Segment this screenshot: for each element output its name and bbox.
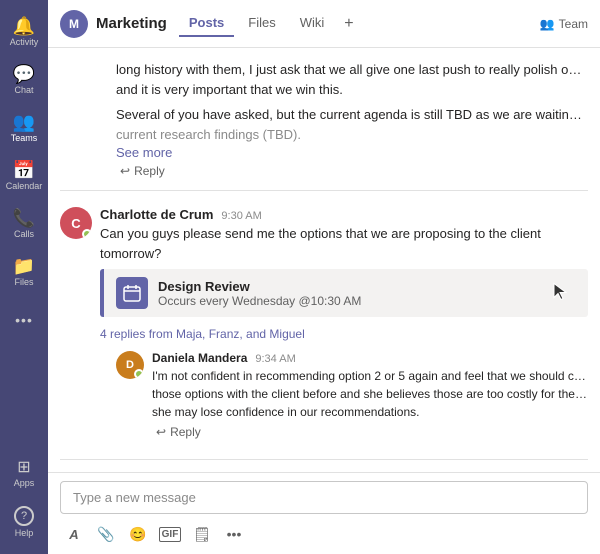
calendar-check-icon [123, 284, 141, 302]
tab-posts[interactable]: Posts [179, 11, 234, 37]
files-icon: 📁 [13, 257, 35, 275]
event-card-design-review[interactable]: Design Review Occurs every Wednesday @10… [100, 269, 588, 317]
format-icon: A [69, 527, 78, 542]
sticker-button[interactable]: 🗒 [188, 520, 216, 548]
reply-daniela: D Daniela Mandera 9:34 AM I'm not confid… [100, 347, 588, 443]
sidebar-item-calls-label: Calls [14, 229, 34, 239]
sidebar-item-chat[interactable]: 💬 Chat [4, 56, 44, 104]
sidebar: 🔔 Activity 💬 Chat 👥 Teams 📅 Calendar 📞 C… [0, 0, 48, 554]
cursor-icon [552, 282, 568, 302]
sidebar-item-apps[interactable]: ⊞ Apps [4, 450, 44, 498]
chat-icon: 💬 [13, 65, 35, 83]
partial-message-text1: long history with them, I just ask that … [116, 60, 588, 80]
sidebar-item-calendar[interactable]: 📅 Calendar [4, 152, 44, 200]
event-card-text: Design Review Occurs every Wednesday @10… [158, 279, 361, 308]
replies-count-charlotte: 4 replies from Maja, Franz, and Miguel [100, 327, 305, 341]
apps-icon: ⊞ [17, 460, 30, 476]
sidebar-item-more[interactable]: ••• [4, 296, 44, 344]
sidebar-item-files-label: Files [14, 277, 33, 287]
sidebar-item-chat-label: Chat [14, 85, 33, 95]
partial-message-text3: Several of you have asked, but the curre… [116, 105, 588, 125]
header: M Marketing Posts Files Wiki + 👥 Team [48, 0, 600, 48]
sidebar-item-activity-label: Activity [10, 37, 39, 47]
more-icon: ••• [15, 313, 33, 327]
partial-message-thread: long history with them, I just ask that … [48, 56, 600, 182]
help-icon: ? [14, 506, 34, 526]
sticker-icon: 🗒 [193, 526, 211, 543]
text-charlotte: Can you guys please send me the options … [100, 224, 588, 263]
gif-button[interactable]: GIF [156, 520, 184, 548]
message-input-area: Type a new message A 📎 😊 GIF 🗒 ••• [48, 472, 600, 554]
tab-wiki[interactable]: Wiki [290, 11, 335, 37]
message-toolbar: A 📎 😊 GIF 🗒 ••• [60, 514, 588, 550]
emoji-button[interactable]: 😊 [124, 520, 152, 548]
team-button[interactable]: 👥 Team [540, 17, 588, 31]
calls-icon: 📞 [13, 209, 35, 227]
message-row-charlotte: C Charlotte de Crum 9:30 AM Can you guys… [48, 199, 600, 451]
divider-1 [60, 190, 588, 191]
team-label: Team [559, 17, 588, 31]
attach-icon: 📎 [97, 526, 114, 543]
message-input-box[interactable]: Type a new message [60, 481, 588, 514]
activity-icon: 🔔 [13, 17, 35, 35]
text-daniela2: those options with the client before and… [152, 385, 588, 403]
message-header-daniela: Daniela Mandera 9:34 AM [152, 351, 588, 365]
avatar-daniela: D [116, 351, 144, 379]
cursor-indicator [552, 282, 568, 305]
teams-icon: 👥 [13, 113, 35, 131]
partial-message-text2: and it is very important that we win thi… [116, 80, 588, 100]
gif-icon: GIF [159, 527, 182, 542]
time-charlotte: 9:30 AM [221, 210, 261, 222]
sidebar-item-activity[interactable]: 🔔 Activity [4, 8, 44, 56]
message-header-charlotte: Charlotte de Crum 9:30 AM [100, 207, 588, 222]
text-daniela: I'm not confident in recommending option… [152, 367, 588, 385]
text-daniela3: she may lose confidence in our recommend… [152, 403, 588, 421]
emoji-icon: 😊 [129, 526, 146, 543]
avatar-charlotte: C [60, 207, 92, 239]
online-indicator [82, 229, 92, 239]
sidebar-item-teams-label: Teams [11, 133, 38, 143]
event-subtitle: Occurs every Wednesday @10:30 AM [158, 294, 361, 308]
sidebar-item-teams[interactable]: 👥 Teams [4, 104, 44, 152]
see-more-link[interactable]: See more [116, 145, 172, 160]
event-card-icon [116, 277, 148, 309]
sidebar-item-apps-label: Apps [14, 478, 35, 488]
main-content: M Marketing Posts Files Wiki + 👥 Team lo… [48, 0, 600, 554]
header-tabs: Posts Files Wiki + [179, 11, 360, 37]
reply-icon-daniela: ↩ [156, 425, 166, 439]
tab-files[interactable]: Files [238, 11, 285, 37]
message-body-daniela: Daniela Mandera 9:34 AM I'm not confiden… [152, 351, 588, 439]
sidebar-item-calendar-label: Calendar [6, 181, 43, 191]
channel-name: Marketing [96, 15, 167, 32]
partial-reply-button[interactable]: ↩ Reply [120, 164, 165, 178]
divider-2 [60, 459, 588, 460]
replies-summary-charlotte[interactable]: 4 replies from Maja, Franz, and Miguel [100, 323, 588, 347]
message-body-charlotte: Charlotte de Crum 9:30 AM Can you guys p… [100, 207, 588, 443]
author-daniela: Daniela Mandera [152, 351, 247, 365]
sidebar-item-help-label: Help [15, 528, 34, 538]
add-tab-button[interactable]: + [338, 11, 359, 37]
messages-area: long history with them, I just ask that … [48, 48, 600, 472]
online-indicator-daniela [134, 369, 144, 379]
channel-icon: M [60, 10, 88, 38]
calendar-icon: 📅 [13, 161, 35, 179]
sidebar-item-help[interactable]: ? Help [4, 498, 44, 546]
event-title: Design Review [158, 279, 361, 294]
author-charlotte: Charlotte de Crum [100, 207, 213, 222]
time-daniela: 9:34 AM [255, 353, 295, 365]
reply-icon: ↩ [120, 164, 130, 178]
team-icon: 👥 [540, 17, 555, 31]
format-button[interactable]: A [60, 520, 88, 548]
sidebar-item-files[interactable]: 📁 Files [4, 248, 44, 296]
more-toolbar-button[interactable]: ••• [220, 520, 248, 548]
more-toolbar-icon: ••• [227, 526, 242, 542]
sidebar-item-calls[interactable]: 📞 Calls [4, 200, 44, 248]
attach-button[interactable]: 📎 [92, 520, 120, 548]
partial-message-text4: current research findings (TBD). [116, 125, 588, 145]
reply-button-daniela[interactable]: ↩ Reply [156, 425, 201, 439]
